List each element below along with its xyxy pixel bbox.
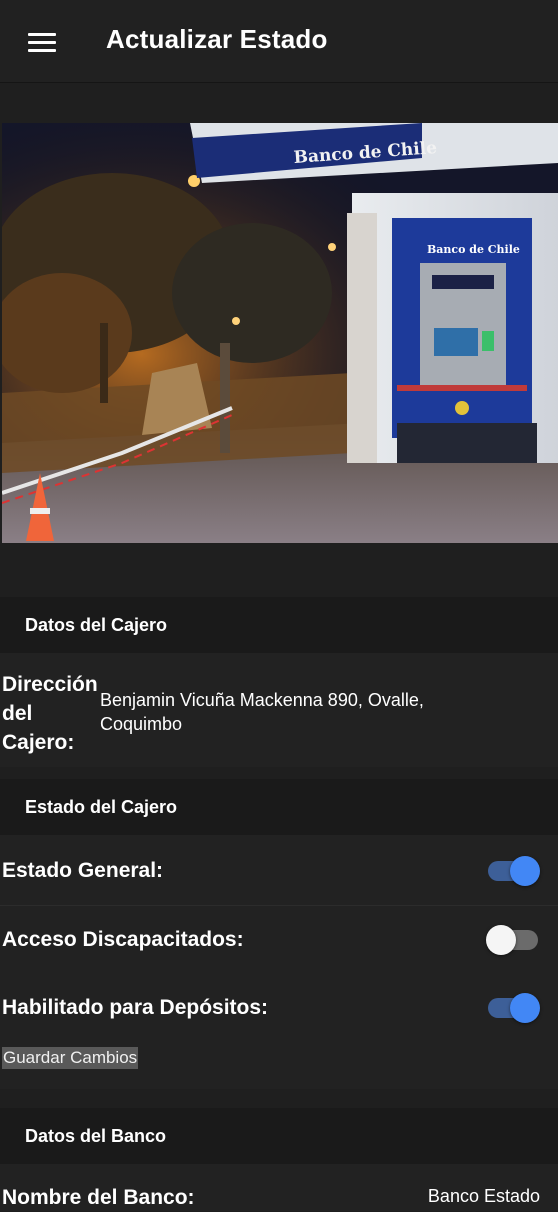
address-label: Dirección del Cajero:	[2, 670, 98, 757]
disabled-access-label: Acceso Discapacitados:	[2, 928, 244, 951]
address-label-line-3: Cajero:	[2, 731, 75, 754]
section-header-bank-data: Datos del Banco	[0, 1108, 558, 1164]
section-title: Datos del Banco	[25, 1126, 167, 1146]
save-changes-button[interactable]: Guardar Cambios	[2, 1047, 139, 1069]
atm-photo-illustration: Banco de Chile Banco de Chile	[2, 123, 558, 543]
section-title: Estado del Cajero	[25, 797, 178, 817]
deposits-enabled-label: Habilitado para Depósitos:	[2, 996, 269, 1019]
address-label-line-2: del	[2, 702, 33, 725]
bank-name-value: Banco Estado	[427, 1186, 540, 1206]
address-value: Benjamin Vicuña Mackenna 890, Ovalle, Co…	[100, 688, 424, 736]
section-header-atm-data: Datos del Cajero	[0, 597, 558, 653]
page-title: Actualizar Estado	[106, 24, 328, 54]
top-app-bar: Actualizar Estado	[0, 0, 558, 83]
address-label-line-1: Dirección	[2, 673, 98, 696]
section-header-atm-state: Estado del Cajero	[0, 779, 558, 835]
app-root: Actualizar Estado Banco de Chile Banco d…	[0, 0, 558, 1211]
bank-name-row: Nombre del Banco: Banco Estado	[0, 1164, 558, 1211]
svg-text:Banco de Chile: Banco de Chile	[427, 243, 520, 256]
bank-name-label: Nombre del Banco:	[2, 1186, 195, 1209]
general-status-toggle[interactable]	[486, 856, 540, 886]
section-title: Datos del Cajero	[25, 615, 168, 635]
divider	[0, 905, 558, 906]
disabled-access-toggle[interactable]	[486, 925, 540, 955]
atm-address-row: Dirección del Cajero: Benjamin Vicuña Ma…	[0, 653, 558, 767]
hamburger-menu-icon[interactable]	[28, 33, 56, 53]
general-status-label: Estado General:	[2, 859, 164, 882]
address-value-line-2: Coquimbo	[100, 714, 183, 734]
deposits-enabled-toggle[interactable]	[486, 993, 540, 1023]
atm-photo: Banco de Chile Banco de Chile	[2, 123, 558, 543]
address-value-line-1: Benjamin Vicuña Mackenna 890, Ovalle,	[100, 690, 424, 710]
